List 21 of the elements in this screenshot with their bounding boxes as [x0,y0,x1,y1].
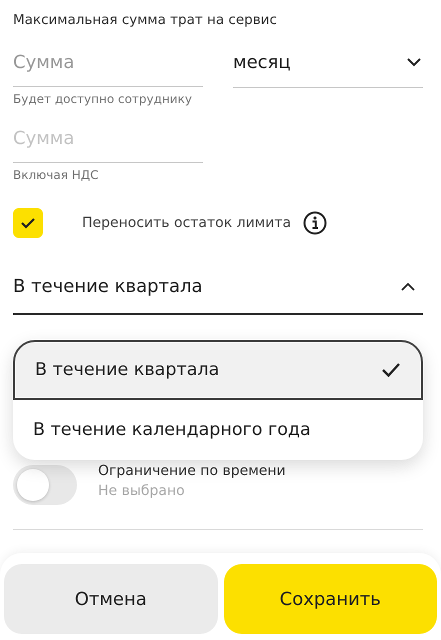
action-button[interactable]: Отмена [4,564,218,634]
chevron-icon [407,58,421,67]
vat-amount-input-field[interactable]: Сумма [13,120,203,163]
info-icon[interactable] [303,211,328,235]
checkmark-icon [20,217,36,229]
toggle-label: Ограничение по времени [98,463,286,479]
toggle-switch[interactable] [13,465,77,505]
checkbox-label: Переносить остаток лимита [82,215,292,231]
checkbox[interactable] [13,208,43,238]
period-select[interactable]: месяц [233,44,423,88]
dropdown-option[interactable]: В течение календарного года [13,400,423,460]
amount-input-field[interactable]: Сумма [13,44,203,87]
helper-text: Будет доступно сотруднику [13,92,193,106]
checkmark-icon [381,362,401,378]
dropdown-option[interactable]: В течение квартала [13,340,423,400]
section-title: Максимальная сумма трат на сервис [13,12,278,28]
chevron-icon [401,282,415,291]
toggle-value: Не выбрано [98,483,186,499]
action-button[interactable]: Сохранить [224,564,437,634]
helper-text: Включая НДС [13,168,100,182]
carryover-period-select[interactable]: В течение квартала [13,268,423,315]
